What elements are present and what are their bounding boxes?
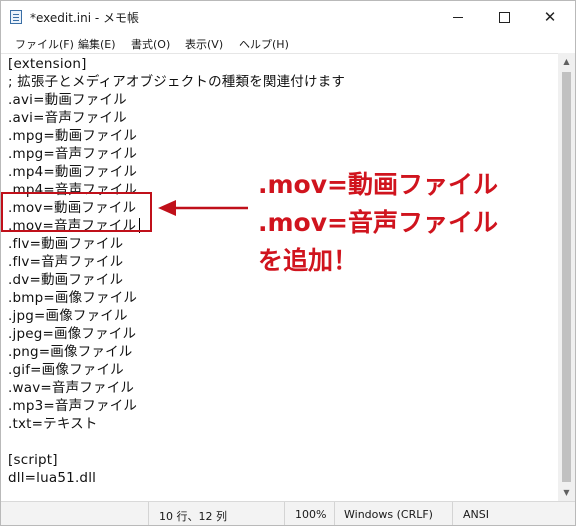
vertical-scrollbar[interactable]: ▲ ▼ bbox=[558, 53, 575, 501]
maximize-button[interactable] bbox=[481, 1, 527, 33]
editor-line[interactable]: dll=lua51.dll bbox=[8, 469, 96, 487]
menu-file[interactable]: ファイル(F) bbox=[15, 36, 74, 52]
menu-bar: ファイル(F) 編集(E) 書式(O) 表示(V) ヘルプ(H) bbox=[1, 33, 575, 53]
editor-line[interactable]: .mp3=音声ファイル bbox=[8, 397, 137, 415]
editor-line[interactable]: .txt=テキスト bbox=[8, 415, 98, 433]
editor-line[interactable]: .jpeg=画像ファイル bbox=[8, 325, 136, 343]
editor-line[interactable]: ; 拡張子とメディアオブジェクトの種類を関連付けます bbox=[8, 73, 345, 91]
highlight-box bbox=[1, 192, 152, 232]
editor-line[interactable]: .mpg=動画ファイル bbox=[8, 127, 137, 145]
editor-line[interactable]: .mp4=動画ファイル bbox=[8, 163, 137, 181]
arrow-left-icon bbox=[158, 200, 248, 216]
editor-line[interactable]: [extension] bbox=[8, 55, 87, 73]
callout-line-3: を追加！ bbox=[258, 246, 359, 275]
editor-line[interactable]: .png=画像ファイル bbox=[8, 343, 133, 361]
scroll-up-icon[interactable]: ▲ bbox=[558, 53, 575, 70]
status-separator bbox=[284, 502, 285, 525]
close-icon: ✕ bbox=[543, 7, 557, 26]
scroll-thumb[interactable] bbox=[562, 72, 571, 482]
window-title: *exedit.ini - メモ帳 bbox=[30, 11, 139, 25]
status-separator bbox=[148, 502, 149, 525]
menu-view[interactable]: 表示(V) bbox=[185, 36, 223, 52]
minimize-button[interactable] bbox=[435, 1, 481, 33]
editor-line[interactable]: .jpg=画像ファイル bbox=[8, 307, 128, 325]
callout-line-1: .mov=動画ファイル bbox=[258, 170, 498, 199]
menu-edit[interactable]: 編集(E) bbox=[78, 36, 116, 52]
menu-format[interactable]: 書式(O) bbox=[131, 36, 170, 52]
menu-help[interactable]: ヘルプ(H) bbox=[239, 36, 289, 52]
status-separator bbox=[452, 502, 453, 525]
editor-line[interactable]: [script] bbox=[8, 451, 58, 469]
callout-line-2: .mov=音声ファイル bbox=[258, 208, 498, 237]
editor-line[interactable]: .gif=画像ファイル bbox=[8, 361, 124, 379]
editor-line[interactable]: .avi=動画ファイル bbox=[8, 91, 127, 109]
scroll-down-icon[interactable]: ▼ bbox=[558, 484, 575, 501]
encoding: ANSI bbox=[463, 508, 489, 521]
editor-line[interactable]: .flv=音声ファイル bbox=[8, 253, 123, 271]
editor-line[interactable]: .bmp=画像ファイル bbox=[8, 289, 137, 307]
editor-line[interactable]: .mpg=音声ファイル bbox=[8, 145, 137, 163]
maximize-icon bbox=[498, 11, 510, 23]
status-bar: 10 行、12 列 100% Windows (CRLF) ANSI bbox=[1, 501, 575, 525]
editor-line[interactable]: .wav=音声ファイル bbox=[8, 379, 134, 397]
editor-line[interactable]: .dv=動画ファイル bbox=[8, 271, 123, 289]
line-ending: Windows (CRLF) bbox=[344, 508, 433, 521]
title-bar[interactable]: *exedit.ini - メモ帳 ✕ bbox=[1, 1, 575, 33]
notepad-icon bbox=[10, 10, 22, 24]
minimize-icon bbox=[453, 16, 463, 18]
zoom-level: 100% bbox=[295, 508, 327, 521]
cursor-position: 10 行、12 列 bbox=[159, 510, 227, 523]
close-button[interactable]: ✕ bbox=[527, 1, 573, 33]
editor-line[interactable]: .flv=動画ファイル bbox=[8, 235, 123, 253]
editor-line[interactable]: .avi=音声ファイル bbox=[8, 109, 127, 127]
status-separator bbox=[334, 502, 335, 525]
